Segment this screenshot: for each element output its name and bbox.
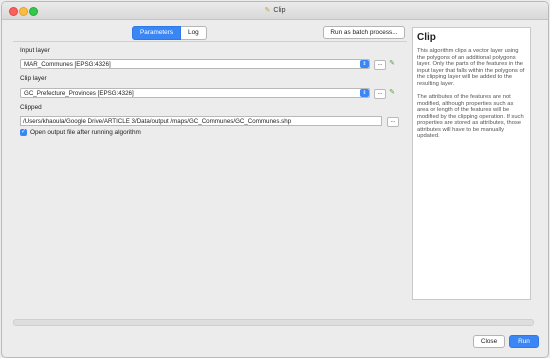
clip-layer-select[interactable]: GC_Prefecture_Provinces [EPSG:4326] ⇕ [20,88,370,98]
run-as-batch-button[interactable]: Run as batch process... [323,26,405,39]
title-bar: ✎ Clip [2,2,548,20]
clip-layer-value: GC_Prefecture_Provinces [EPSG:4326] [24,90,134,97]
help-panel: Clip This algorithm clips a vector layer… [412,27,531,300]
clip-layer-browse-button[interactable]: ... [374,89,386,99]
tab-bar: Parameters Log [132,26,207,40]
open-output-label: Open output file after running algorithm [30,129,141,136]
help-paragraph-2: The attributes of the features are not m… [417,94,524,139]
clip-algorithm-icon: ✎ [264,7,271,14]
input-layer-label: Input layer [20,47,50,54]
clipped-label: Clipped [20,104,42,111]
iterate-features-icon[interactable]: ✎ [387,88,397,97]
tab-parameters[interactable]: Parameters [132,26,182,40]
parameters-panel [13,42,407,298]
clip-layer-label: Clip layer [20,75,47,82]
help-paragraph-1: This algorithm clips a vector layer usin… [417,48,525,87]
run-button[interactable]: Run [509,335,539,348]
help-title: Clip [417,32,436,43]
window-title: ✎ Clip [2,6,548,14]
input-layer-value: MAR_Communes [EPSG:4326] [24,61,111,68]
input-layer-select[interactable]: MAR_Communes [EPSG:4326] ⇕ [20,59,370,69]
iterate-features-icon[interactable]: ✎ [387,59,397,68]
open-output-checkbox[interactable]: ✓ [20,129,27,136]
close-button[interactable]: Close [473,335,505,348]
dropdown-arrow-icon[interactable]: ⇕ [360,60,369,68]
input-layer-browse-button[interactable]: ... [374,60,386,70]
output-browse-button[interactable]: ... [387,117,399,127]
tab-log[interactable]: Log [181,26,207,40]
progress-bar [13,319,534,326]
window-title-text: Clip [273,7,286,14]
dropdown-arrow-icon[interactable]: ⇕ [360,89,369,97]
output-path-input[interactable]: /Users/khaoula/Google Drive/ARTICLE 3/Da… [20,116,382,126]
